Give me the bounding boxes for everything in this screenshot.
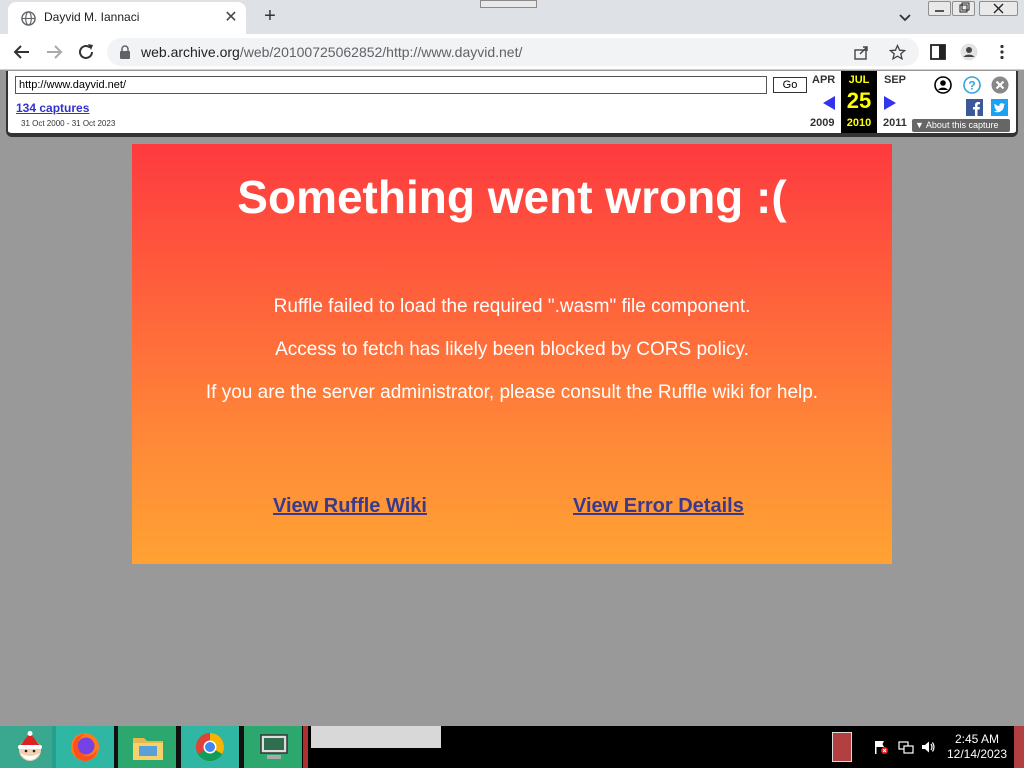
minimize-icon <box>935 10 944 12</box>
action-center-flag-icon[interactable] <box>873 739 889 755</box>
clock-date: 12/14/2023 <box>946 747 1008 761</box>
wayback-toolbar: Go 134 captures 31 Oct 2000 - 31 Oct 202… <box>6 71 1018 137</box>
taskbar-separator <box>303 726 308 768</box>
about-capture-label: About this capture <box>925 120 999 130</box>
chevron-down-icon[interactable] <box>896 8 914 26</box>
current-year: 2010 <box>846 117 872 129</box>
clock-time: 2:45 AM <box>954 732 1000 746</box>
firefox-icon <box>71 733 99 761</box>
prev-year-label[interactable]: 2009 <box>810 117 834 129</box>
next-year-label[interactable]: 2011 <box>883 117 907 129</box>
volume-icon[interactable] <box>920 739 936 755</box>
browser-toolbar: web.archive.org/web/20100725062852/http:… <box>0 34 1024 70</box>
next-capture-arrow-icon[interactable] <box>883 95 897 111</box>
reload-icon[interactable] <box>75 41 97 63</box>
forward-arrow-icon[interactable] <box>43 41 65 63</box>
browser-titlebar: Dayvid M. Iannaci ✕ + <box>0 0 1024 34</box>
current-day: 25 <box>846 88 872 113</box>
captures-link[interactable]: 134 captures <box>16 101 89 115</box>
wayback-url-input[interactable] <box>15 76 767 94</box>
help-icon[interactable]: ? <box>963 76 981 94</box>
taskbar-system-app[interactable] <box>244 726 302 768</box>
prev-month-label[interactable]: APR <box>812 74 835 86</box>
error-message-line: Access to fetch has likely been blocked … <box>275 339 749 360</box>
system-clock[interactable]: 2:45 AM 12/14/2023 <box>944 732 1010 762</box>
svg-text:?: ? <box>968 79 975 93</box>
start-button[interactable] <box>0 726 58 768</box>
taskbar-progress-bar <box>311 726 441 748</box>
back-arrow-icon[interactable] <box>11 41 33 63</box>
restore-button[interactable] <box>952 1 975 16</box>
chrome-icon <box>196 733 224 761</box>
share-icon[interactable] <box>853 44 870 61</box>
network-icon[interactable] <box>898 739 914 755</box>
bookmark-star-icon[interactable] <box>889 44 906 61</box>
taskbar: 2:45 AM 12/14/2023 <box>0 726 1024 768</box>
url-path: /web/20100725062852/http://www.dayvid.ne… <box>239 44 523 60</box>
about-capture-button[interactable]: ▼ About this capture <box>912 119 1010 132</box>
user-account-icon[interactable] <box>934 76 952 94</box>
profile-avatar-icon[interactable] <box>960 43 978 61</box>
facebook-icon[interactable] <box>966 99 983 116</box>
view-error-details-link[interactable]: View Error Details <box>573 495 744 518</box>
error-message-line: If you are the server administrator, ple… <box>205 382 819 403</box>
ruffle-error-panel: Something went wrong :( Ruffle failed to… <box>132 144 892 564</box>
url-host: web.archive.org <box>141 44 240 60</box>
close-icon <box>993 3 1004 14</box>
view-ruffle-wiki-link[interactable]: View Ruffle Wiki <box>273 495 427 518</box>
computer-icon <box>260 734 288 759</box>
restore-icon <box>959 2 970 13</box>
lock-icon[interactable] <box>119 45 131 59</box>
prev-capture-arrow-icon[interactable] <box>822 95 836 111</box>
captures-range: 31 Oct 2000 - 31 Oct 2023 <box>21 119 116 128</box>
taskbar-chrome[interactable] <box>181 726 239 768</box>
error-title: Something went wrong :( <box>237 171 787 223</box>
window-drag-handle[interactable] <box>480 0 537 8</box>
santa-start-icon <box>18 731 42 761</box>
close-window-button[interactable] <box>979 1 1018 16</box>
sidebar-icon[interactable] <box>929 43 947 61</box>
show-desktop-button[interactable] <box>1014 726 1024 768</box>
close-toolbar-icon[interactable] <box>991 76 1009 94</box>
tray-notification-box[interactable] <box>832 732 852 762</box>
caret-down-icon: ▼ <box>915 120 926 130</box>
address-bar[interactable]: web.archive.org/web/20100725062852/http:… <box>107 38 919 66</box>
wayback-go-button[interactable]: Go <box>773 77 807 93</box>
current-month: JUL <box>848 74 870 86</box>
address-url[interactable]: web.archive.org/web/20100725062852/http:… <box>141 44 522 60</box>
tab-title: Dayvid M. Iannaci <box>44 10 140 24</box>
taskbar-firefox[interactable] <box>56 726 114 768</box>
minimize-button[interactable] <box>928 1 951 16</box>
new-tab-button[interactable]: + <box>258 5 282 29</box>
folder-icon <box>133 738 163 760</box>
more-menu-icon[interactable] <box>993 43 1011 61</box>
twitter-icon[interactable] <box>991 99 1008 116</box>
globe-icon <box>21 11 36 26</box>
current-capture-date: JUL 25 2010 <box>841 71 877 133</box>
next-month-label[interactable]: SEP <box>884 74 906 86</box>
browser-tab[interactable]: Dayvid M. Iannaci ✕ <box>8 2 246 34</box>
error-message-line: Ruffle failed to load the required ".was… <box>273 296 751 317</box>
tab-close-icon[interactable]: ✕ <box>222 9 240 27</box>
taskbar-file-explorer[interactable] <box>118 726 176 768</box>
